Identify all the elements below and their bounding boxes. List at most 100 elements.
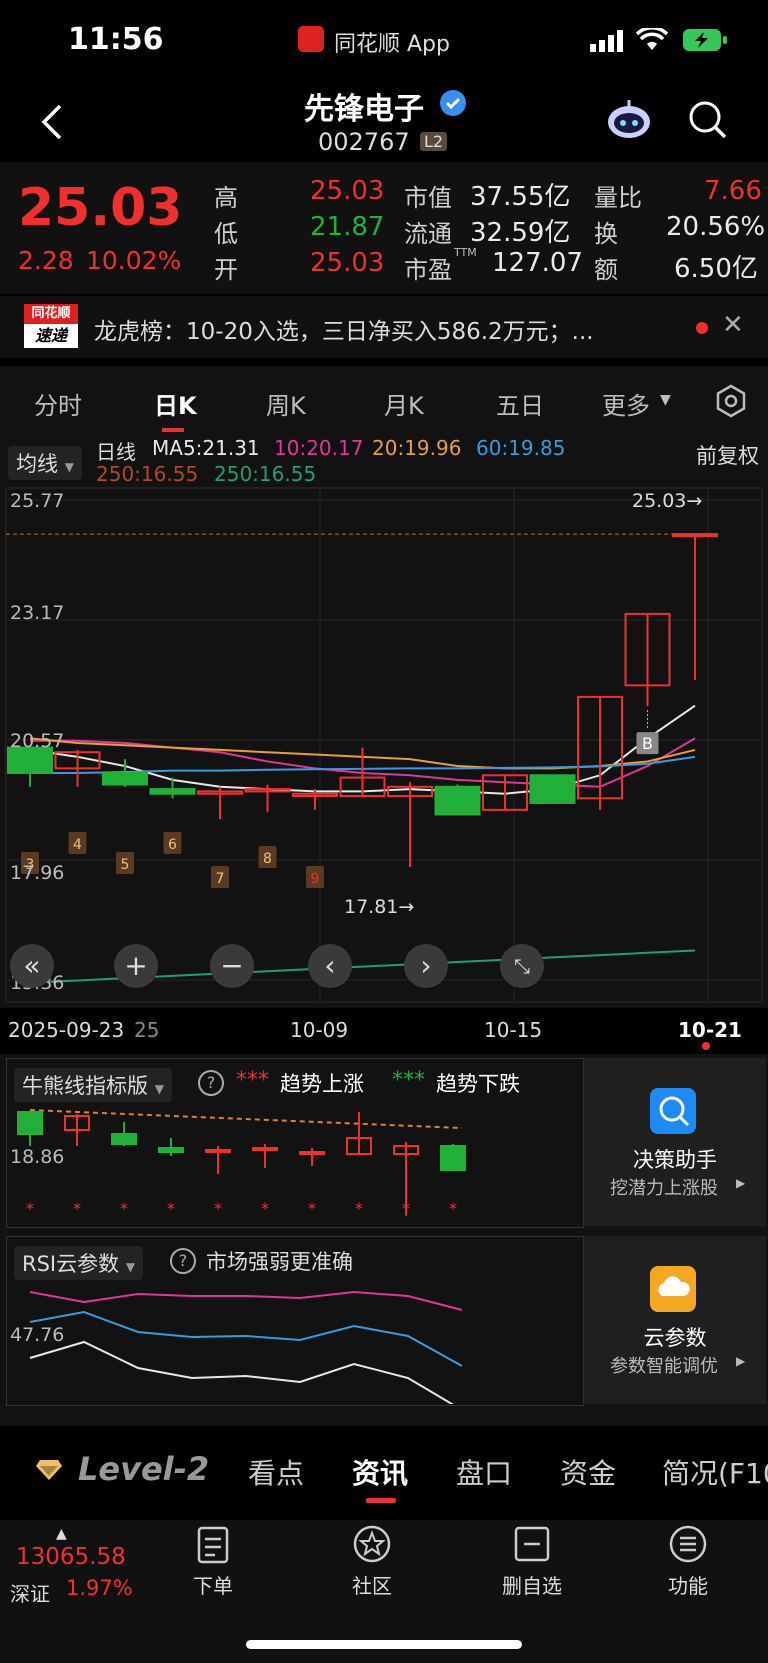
decision-helper-panel[interactable]: 决策助手 挖潜力上涨股 ▶ — [584, 1058, 766, 1226]
level-badge: L2 — [420, 132, 448, 151]
pe-ttm-sup: TTM — [454, 246, 477, 259]
down-dots: *** — [392, 1068, 425, 1093]
bottom-function-label[interactable]: 功能 — [650, 1570, 726, 1599]
remove-favorite-icon[interactable] — [514, 1526, 550, 1566]
order-icon[interactable] — [196, 1526, 230, 1568]
bb-signal-star: * — [355, 1199, 363, 1218]
ma-line-type: 日线 — [96, 440, 136, 464]
index-value[interactable]: 13065.58 — [16, 1544, 126, 1570]
robot-assistant-icon[interactable] — [606, 98, 652, 144]
chevron-right-icon: ▶ — [736, 1354, 746, 1368]
tab-news[interactable]: 资讯 — [352, 1452, 408, 1492]
candle-body — [102, 771, 148, 786]
app-logo-icon — [298, 26, 324, 52]
tab-funds[interactable]: 资金 — [560, 1452, 616, 1492]
up-dots: *** — [236, 1068, 269, 1093]
tab-f10[interactable]: 简况(F10 — [662, 1452, 768, 1492]
y-tick-label: 20.57 — [10, 730, 65, 752]
amount-value: 6.50亿 — [674, 254, 758, 284]
close-icon[interactable]: ✕ — [722, 310, 744, 340]
bottom-order-label[interactable]: 下单 — [176, 1570, 250, 1599]
bb-signal-star: * — [73, 1199, 81, 1218]
tab-active-indicator — [162, 428, 184, 432]
mktcap-label: 市值 — [404, 184, 452, 212]
bb-candle-body — [111, 1133, 137, 1145]
bb-signal-star: * — [26, 1199, 34, 1218]
bottom-community-label[interactable]: 社区 — [334, 1570, 410, 1599]
candlestick-chart[interactable]: 3456789B — [0, 486, 768, 1006]
rsi-selector-label: RSI云参数 — [22, 1252, 120, 1276]
rsi-chart — [29, 1290, 463, 1404]
zoom-in-icon[interactable]: + — [114, 944, 158, 988]
tab-level2[interactable]: Level-2 — [78, 1450, 209, 1488]
current-day-dot — [702, 1042, 710, 1050]
back-icon[interactable] — [40, 102, 64, 146]
candle-body — [529, 774, 576, 804]
bottom-remove-favorite-label[interactable]: 删自选 — [490, 1570, 574, 1599]
signal-number: 9 — [311, 871, 320, 887]
bb-candle-body — [205, 1149, 231, 1153]
tab-daily-k[interactable]: 日K — [154, 386, 197, 421]
verified-icon — [440, 90, 466, 116]
candle-body — [434, 785, 481, 816]
rewind-icon[interactable]: « — [10, 944, 54, 988]
ma-selector-label: 均线 — [16, 452, 58, 476]
menu-icon[interactable] — [668, 1524, 708, 1568]
chevron-down-icon: ▼ — [154, 1082, 164, 1096]
cloud-param-panel[interactable]: 云参数 参数智能调优 ▶ — [584, 1236, 766, 1404]
x-label-current: 10-21 — [678, 1018, 742, 1042]
tab-monthly-k[interactable]: 月K — [384, 386, 424, 421]
community-icon[interactable] — [352, 1524, 392, 1568]
pe-label: 市盈 — [404, 256, 452, 284]
zoom-out-icon[interactable]: − — [210, 944, 254, 988]
bb-signal-star: * — [449, 1199, 457, 1218]
x-label: 10-15 — [484, 1018, 543, 1042]
bb-candle-body — [440, 1145, 466, 1171]
quote-panel: 25.03 2.28 10.02% 高 25.03 低 21.87 开 25.0… — [0, 162, 768, 294]
signal-number: 6 — [168, 837, 177, 853]
adjust-mode[interactable]: 前复权 — [696, 440, 759, 470]
unread-dot — [696, 322, 708, 334]
search-icon[interactable] — [688, 100, 728, 144]
decision-helper-sub: 挖潜力上涨股 — [610, 1178, 718, 1199]
tab-five-day[interactable]: 五日 — [496, 386, 544, 421]
price-change-pct: 10.02% — [86, 246, 182, 275]
news-text: 龙虎榜：10-20入选，三日净买入586.2万元；... — [94, 319, 594, 345]
buy-marker-label: B — [642, 734, 653, 753]
decision-helper-icon — [650, 1088, 696, 1134]
scroll-right-icon[interactable]: › — [404, 944, 448, 988]
fullscreen-icon[interactable]: ⤡ — [500, 944, 544, 988]
tab-highlights[interactable]: 看点 — [248, 1452, 304, 1492]
help-icon[interactable]: ? — [198, 1070, 224, 1096]
ma10-value: 10:20.17 — [274, 436, 364, 460]
bb-signal-star: * — [308, 1199, 316, 1218]
trend-line — [29, 1109, 463, 1129]
turnover-label: 换 — [594, 220, 618, 248]
tab-more[interactable]: 更多 — [602, 386, 650, 421]
news-badge-bottom: 速递 — [24, 324, 78, 348]
bull-bear-selector[interactable]: 牛熊线指标版 ▼ — [14, 1068, 172, 1102]
settings-icon[interactable] — [714, 384, 748, 422]
signal-number: 4 — [73, 837, 82, 853]
tab-order-book[interactable]: 盘口 — [456, 1452, 512, 1492]
chevron-down-icon[interactable]: ▼ — [660, 392, 671, 408]
home-indicator[interactable] — [246, 1640, 522, 1649]
bb-candle-body — [299, 1151, 325, 1155]
bb-signal-star: * — [402, 1199, 410, 1218]
rsi-selector[interactable]: RSI云参数 ▼ — [14, 1246, 144, 1280]
vol-ratio-value: 7.66 — [704, 176, 762, 206]
candle-body — [672, 533, 718, 538]
ma-selector[interactable]: 均线 ▼ — [8, 446, 82, 480]
decision-helper-title: 决策助手 — [633, 1148, 717, 1172]
tab-intraday[interactable]: 分时 — [34, 386, 82, 421]
cloud-icon — [650, 1266, 696, 1312]
y-tick-label: 23.17 — [10, 602, 65, 624]
bb-signal-star: * — [214, 1199, 222, 1218]
ma20-value: 20:19.96 — [372, 436, 462, 460]
trend-up-label: 趋势上涨 — [280, 1072, 364, 1096]
scroll-left-icon[interactable]: ‹ — [308, 944, 352, 988]
help-icon[interactable]: ? — [170, 1248, 196, 1274]
tab-weekly-k[interactable]: 周K — [266, 386, 306, 421]
signal-number: 8 — [263, 851, 272, 867]
news-ticker[interactable]: 同花顺 速递 龙虎榜：10-20入选，三日净买入586.2万元；... ✕ — [0, 296, 768, 358]
